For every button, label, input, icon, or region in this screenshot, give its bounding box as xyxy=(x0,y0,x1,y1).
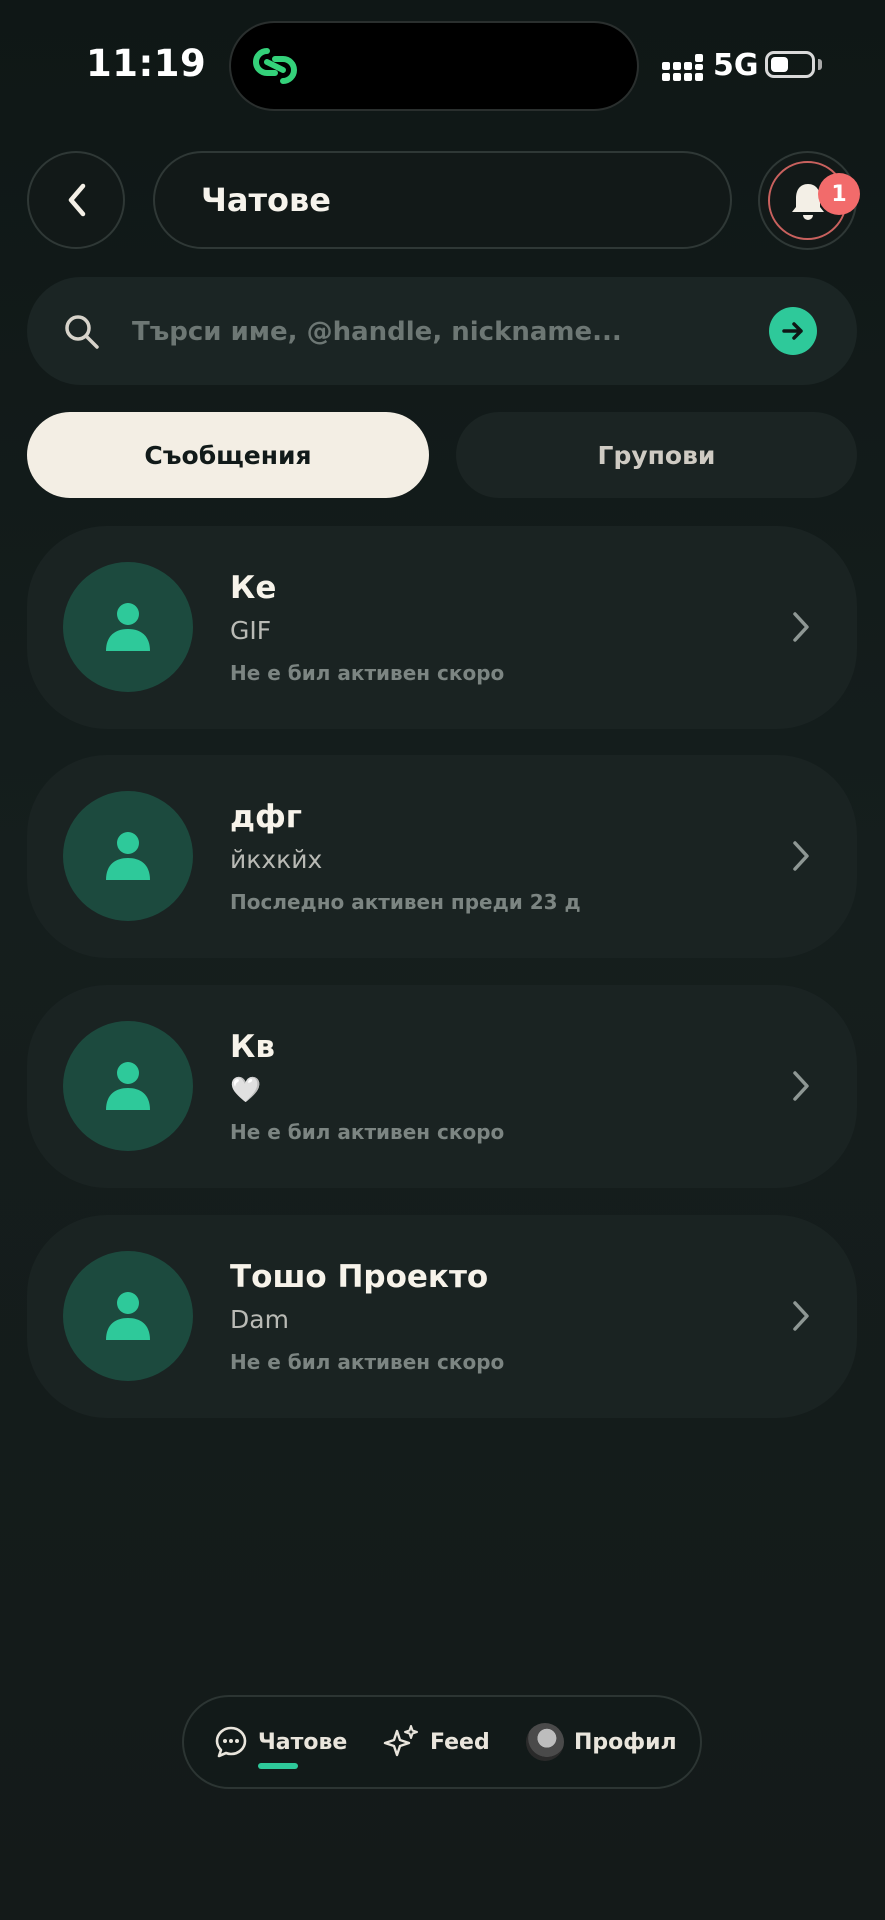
chevron-right-icon xyxy=(793,841,809,871)
signal-icon xyxy=(662,54,703,81)
nav-feed[interactable]: Feed xyxy=(382,1717,490,1767)
chat-preview: GIF xyxy=(230,616,272,645)
avatar xyxy=(63,562,193,692)
chevron-right-icon xyxy=(793,612,809,642)
nav-label: Чатове xyxy=(258,1729,348,1755)
back-button[interactable] xyxy=(27,151,125,249)
chat-preview: йкхкйх xyxy=(230,845,323,874)
chat-item-3[interactable]: Тошо Проекто Dam Не е бил активен скоро xyxy=(27,1215,857,1418)
avatar xyxy=(63,1251,193,1381)
notifications-button[interactable]: 1 xyxy=(758,151,860,250)
chat-name: Кв xyxy=(230,1029,275,1065)
page-title: Чатове xyxy=(201,181,331,219)
search-submit-button[interactable] xyxy=(769,307,817,355)
tab-groups[interactable]: Групови xyxy=(456,412,857,498)
chat-name: Тошо Проекто xyxy=(230,1259,489,1295)
chats-screen: 11:19 5G Чатове 1 Търси име, @handle, ni… xyxy=(0,0,885,1920)
chat-status: Последно активен преди 23 д xyxy=(230,890,581,914)
chevron-left-icon xyxy=(68,183,86,217)
nav-label: Feed xyxy=(430,1729,490,1755)
battery-level xyxy=(771,57,788,72)
chat-item-2[interactable]: Кв 🤍 Не е бил активен скоро xyxy=(27,985,857,1188)
chat-preview: Dam xyxy=(230,1305,289,1334)
chevron-right-icon xyxy=(793,1301,809,1331)
chat-status: Не е бил активен скоро xyxy=(230,1120,505,1144)
chat-name: Ке xyxy=(230,570,277,606)
chat-status: Не е бил активен скоро xyxy=(230,661,505,685)
active-indicator xyxy=(258,1763,298,1769)
notification-badge: 1 xyxy=(818,173,860,215)
chat-item-1[interactable]: дфг йкхкйх Последно активен преди 23 д xyxy=(27,755,857,958)
chat-item-0[interactable]: Ке GIF Не е бил активен скоро xyxy=(27,526,857,729)
sparkles-icon xyxy=(383,1725,418,1757)
chat-bubble-icon xyxy=(215,1726,247,1758)
chat-status: Не е бил активен скоро xyxy=(230,1350,505,1374)
profile-avatar xyxy=(526,1723,564,1761)
user-icon xyxy=(106,603,150,651)
user-icon xyxy=(106,832,150,880)
nav-label: Профил xyxy=(574,1729,677,1755)
app-link-logo-icon xyxy=(253,48,297,84)
search-input[interactable] xyxy=(130,309,734,355)
tab-messages[interactable]: Съобщения xyxy=(27,412,429,498)
search-bar xyxy=(27,277,857,385)
avatar xyxy=(63,1021,193,1151)
chevron-right-icon xyxy=(793,1071,809,1101)
battery-icon xyxy=(765,51,815,78)
nav-profile[interactable]: Профил xyxy=(526,1717,677,1767)
chat-preview: 🤍 xyxy=(230,1075,262,1104)
user-icon xyxy=(106,1062,150,1110)
dynamic-island xyxy=(231,23,637,109)
battery-tip xyxy=(818,59,822,70)
chat-name: дфг xyxy=(230,799,302,835)
avatar xyxy=(63,791,193,921)
title-pill: Чатове xyxy=(153,151,732,249)
bottom-nav: Чатове Feed Профил xyxy=(182,1695,702,1789)
arrow-right-icon xyxy=(782,322,803,340)
status-time: 11:19 xyxy=(86,42,207,85)
nav-chats[interactable]: Чатове xyxy=(214,1717,347,1767)
user-icon xyxy=(106,1292,150,1340)
search-icon xyxy=(65,315,99,349)
network-label: 5G xyxy=(713,48,759,83)
